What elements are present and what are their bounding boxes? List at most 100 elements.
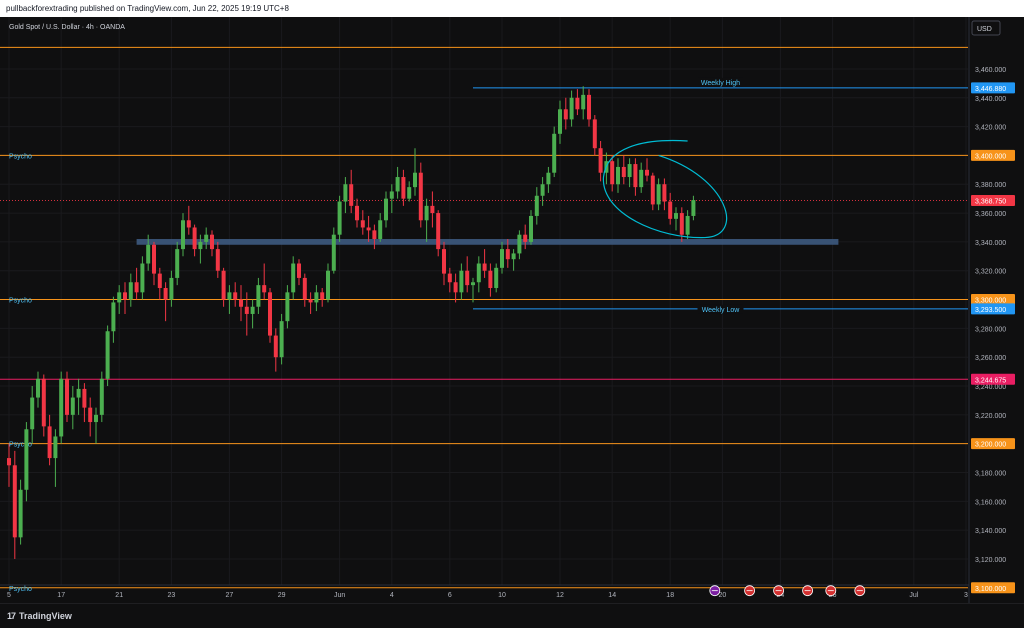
candle-body <box>302 277 307 300</box>
candle-body <box>447 273 452 283</box>
candle-body <box>424 205 429 221</box>
candle-body <box>88 407 93 423</box>
level-price-tag-text: 3,200.000 <box>975 442 1006 449</box>
candle-body <box>128 282 133 300</box>
tradingview-logo[interactable]: 17 TradingView <box>7 611 72 621</box>
x-tick-label: 12 <box>556 592 564 599</box>
candle-body <box>244 306 249 314</box>
candle-body <box>488 270 493 289</box>
y-tick-label: 3,320.000 <box>975 269 1006 276</box>
candle-body <box>523 234 528 242</box>
candle-body <box>627 164 632 178</box>
candle-body <box>691 200 696 216</box>
y-tick-label: 3,220.000 <box>975 413 1006 420</box>
candle-body <box>442 249 446 274</box>
y-tick-label: 3,420.000 <box>975 125 1006 132</box>
candle-body <box>65 378 69 415</box>
candle-body <box>308 299 313 303</box>
candle-body <box>349 184 354 206</box>
candle-body <box>581 94 586 110</box>
level-label: Psycho <box>9 586 32 593</box>
candle-body <box>291 263 296 293</box>
candle-body <box>70 397 75 415</box>
weekly-high-price-tag-text: 3,446.880 <box>975 86 1006 93</box>
candle-body <box>355 205 359 221</box>
candle-body <box>250 306 255 314</box>
candle-body <box>482 263 487 271</box>
candle-body <box>30 397 35 430</box>
candle-body <box>575 97 580 110</box>
candle-body <box>465 270 470 286</box>
candle-body <box>18 489 23 538</box>
candle-body <box>511 253 516 260</box>
candle-body <box>436 213 441 250</box>
candle-body <box>366 227 371 231</box>
candle-body <box>476 263 481 283</box>
candle-body <box>186 220 191 228</box>
x-tick-label: 29 <box>278 592 286 599</box>
x-tick-label: 10 <box>498 592 506 599</box>
y-tick-label: 3,340.000 <box>975 240 1006 247</box>
candle-body <box>534 195 539 216</box>
candle-body <box>662 184 667 202</box>
tradingview-mark-icon: 17 <box>7 611 16 621</box>
level-price-tag-text: 3,244.675 <box>975 377 1006 384</box>
candle-body <box>569 97 574 120</box>
level-label: Psycho <box>9 298 32 305</box>
time-axis: 51721232729Jun4610121418202426Jul3 <box>0 584 969 599</box>
currency-label: USD <box>977 26 992 33</box>
candle-body <box>123 292 127 300</box>
candle-body <box>262 285 267 293</box>
candle-body <box>239 299 243 307</box>
candle-body <box>471 282 475 286</box>
candle-body <box>41 378 46 427</box>
candle-body <box>169 277 174 300</box>
candle-body <box>146 244 151 264</box>
candle-body <box>407 187 412 199</box>
candle-body <box>674 213 678 219</box>
candle-body <box>656 184 661 205</box>
chart-title: Gold Spot / U.S. Dollar · 4h · OANDA <box>9 24 125 31</box>
last-price-tag-text: 3,368.750 <box>975 198 1006 205</box>
weekly-low-price-tag-text: 3,293.500 <box>975 307 1006 314</box>
x-tick-label: 17 <box>57 592 65 599</box>
candle-body <box>413 172 417 188</box>
x-tick-label: 20 <box>719 592 727 599</box>
y-tick-label: 3,260.000 <box>975 355 1006 362</box>
x-tick-label: 3 <box>964 592 968 599</box>
x-tick-label: Jul <box>909 592 918 599</box>
level-price-tag-text: 3,100.000 <box>975 586 1006 593</box>
tradingview-logo-text: TradingView <box>19 611 72 621</box>
level-price-tag-text: 3,400.000 <box>975 153 1006 160</box>
candle-body <box>685 215 690 235</box>
candle-body <box>7 458 11 466</box>
y-tick-label: 3,440.000 <box>975 96 1006 103</box>
y-tick-label: 3,240.000 <box>975 384 1006 391</box>
candle-body <box>494 267 499 289</box>
chart-area[interactable]: Psycho Psycho Psycho Psycho Weekly High Weekl… <box>0 17 1024 603</box>
candle-body <box>645 169 649 176</box>
candle-body <box>384 198 388 221</box>
candle-body <box>134 282 139 293</box>
candle-body <box>459 270 464 293</box>
candle-body <box>99 378 104 415</box>
x-tick-label: 23 <box>168 592 176 599</box>
candle-body <box>505 249 510 260</box>
y-tick-label: 3,380.000 <box>975 182 1006 189</box>
candle-body <box>105 331 110 379</box>
candle-body <box>163 288 168 300</box>
candle-body <box>418 172 423 221</box>
candle-body <box>401 177 406 199</box>
support-zone <box>136 239 839 245</box>
x-tick-label: 27 <box>226 592 234 599</box>
candle-body <box>227 292 232 300</box>
y-tick-label: 3,460.000 <box>975 67 1006 74</box>
candle-body <box>563 109 568 120</box>
candle-body <box>82 388 87 408</box>
candle-body <box>540 184 545 196</box>
y-tick-label: 3,140.000 <box>975 528 1006 535</box>
candle-body <box>233 292 238 300</box>
candle-body <box>517 234 522 254</box>
candle-body <box>331 234 336 271</box>
price-chart[interactable]: Psycho Psycho Psycho Psycho Weekly High Weekl… <box>0 17 1024 603</box>
